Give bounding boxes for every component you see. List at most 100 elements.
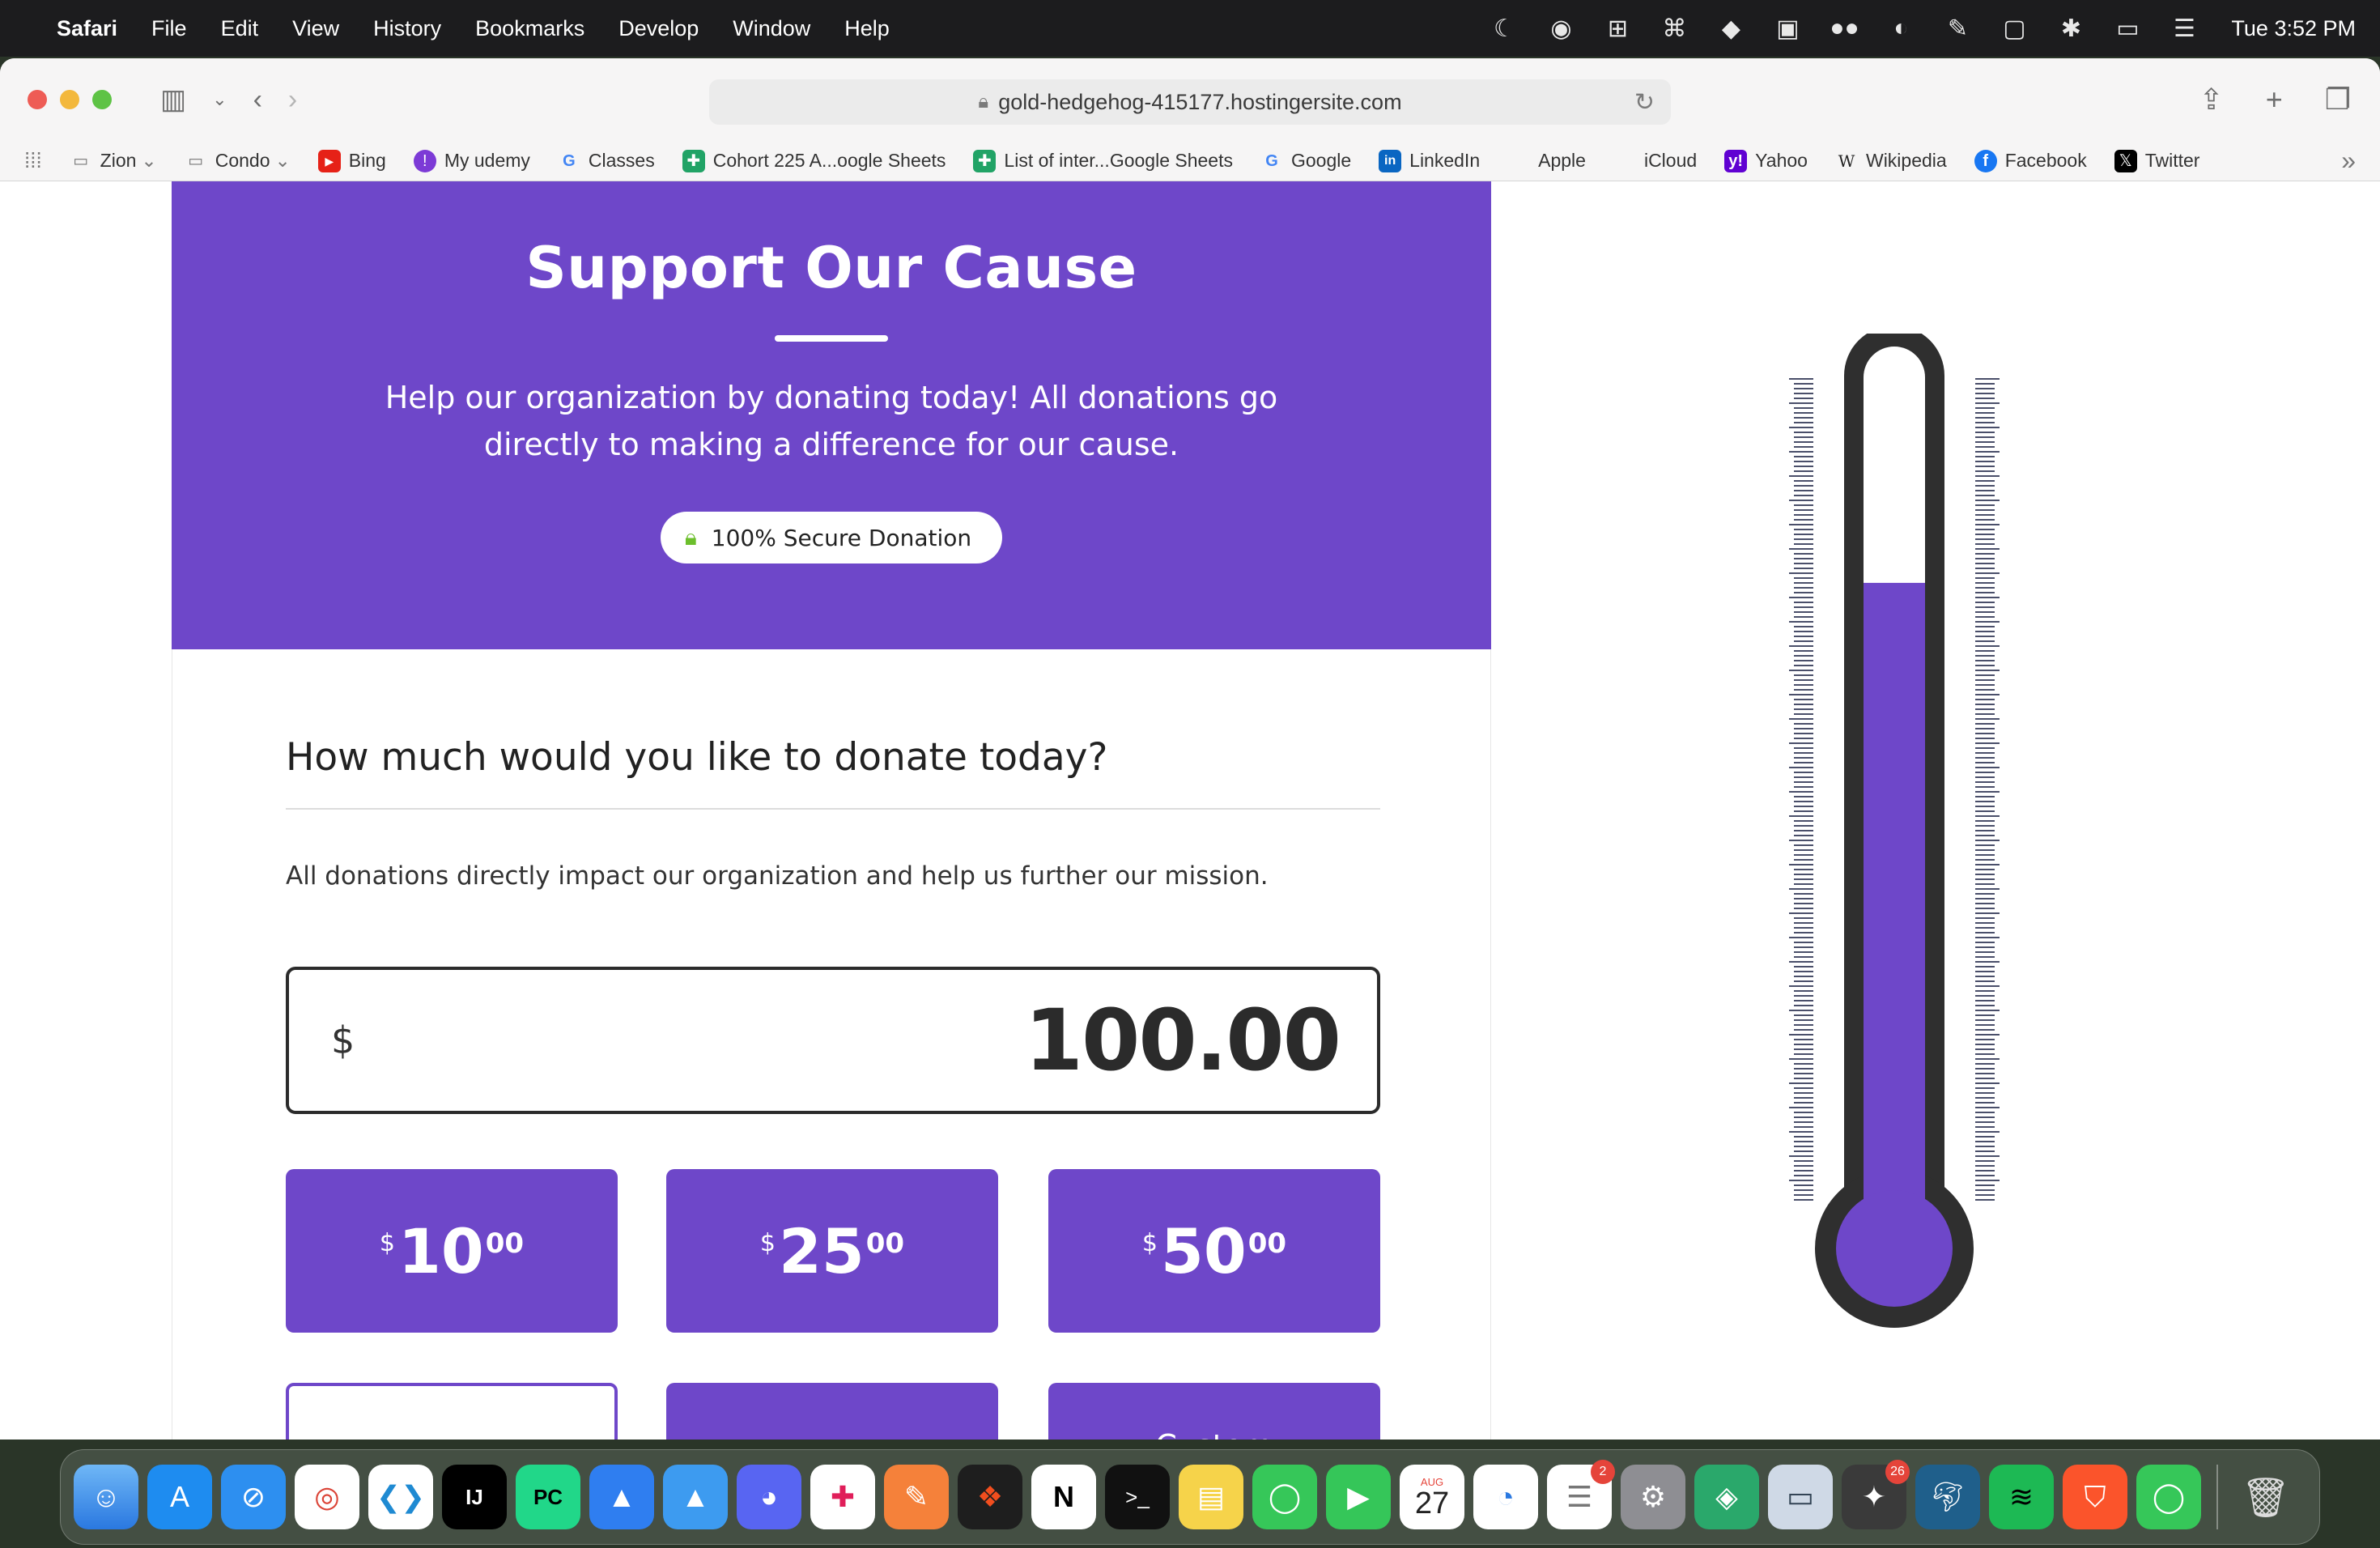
bookmark-facebook[interactable]: f Facebook — [1974, 149, 2087, 172]
brave-icon[interactable]: ⛉ — [2063, 1465, 2127, 1529]
more-bookmarks-icon[interactable]: » — [2341, 146, 2356, 176]
menu-develop[interactable]: Develop — [618, 16, 699, 41]
system-settings-icon[interactable]: ⚙ — [1621, 1465, 1685, 1529]
menu-edit[interactable]: Edit — [221, 16, 259, 41]
app-icon[interactable]: ▢ — [2000, 15, 2029, 43]
bookmark-google[interactable]: G Google — [1260, 150, 1351, 172]
preset-10-button[interactable]: $10 00 — [286, 1169, 618, 1333]
pages-icon[interactable]: ✎ — [884, 1465, 949, 1529]
pycharm-icon[interactable]: PC — [516, 1465, 580, 1529]
bookmarks-grid-icon[interactable]: ⁞⁞⁞ — [24, 148, 42, 173]
wikipedia-icon: W — [1838, 151, 1855, 171]
mysql-workbench-icon[interactable]: 🐬︎ — [1915, 1465, 1980, 1529]
bookmark-yahoo[interactable]: y! Yahoo — [1724, 149, 1808, 172]
menu-help[interactable]: Help — [844, 16, 890, 41]
preview-icon[interactable]: ▭ — [1768, 1465, 1833, 1529]
calendar-icon[interactable]: AUG 27 — [1400, 1465, 1464, 1529]
dock: ☺ A ⊘ ◎ ❮❯ IJ PC ▲ ▲ ◕ ✚ ✎ ❖ N >_ ▤ ◯ ▶ … — [60, 1449, 2320, 1545]
bookmark-linkedin[interactable]: in LinkedIn — [1379, 149, 1480, 172]
custom-amount-button[interactable]: Custom — [1048, 1383, 1380, 1440]
messages-icon[interactable]: ◯ — [1252, 1465, 1317, 1529]
finder-icon[interactable]: ☺ — [74, 1465, 138, 1529]
discord-icon[interactable]: ◕ — [737, 1465, 801, 1529]
bluetooth-icon[interactable]: ✱ — [2056, 15, 2085, 43]
menubar-clock[interactable]: Tue 3:52 PM — [2231, 16, 2356, 41]
reminders-icon[interactable]: ☰ 2 — [1547, 1460, 1615, 1529]
menu-file[interactable]: File — [151, 16, 187, 41]
vscode-icon[interactable]: ❮❯ — [368, 1465, 433, 1529]
window-controls — [28, 90, 112, 109]
intellij-icon[interactable]: IJ — [442, 1465, 507, 1529]
amount-input[interactable]: $ 100.00 — [286, 967, 1380, 1114]
menu-bar: Safari File Edit View History Bookmarks … — [0, 0, 2380, 57]
xcode-icon[interactable]: ▲ — [663, 1465, 728, 1529]
notion-icon[interactable]: N — [1031, 1465, 1096, 1529]
moon-icon[interactable]: ☾ — [1490, 15, 1519, 43]
donation-description: All donations directly impact our organi… — [286, 861, 1269, 891]
currency-symbol: $ — [331, 1019, 355, 1062]
launcher-icon[interactable]: ✦ 26 — [1842, 1460, 1910, 1529]
address-bar[interactable]: 🔒︎ gold-hedgehog-415177.hostingersite.co… — [709, 79, 1671, 125]
elephant-icon[interactable]: ◆ — [1716, 15, 1745, 43]
apple-icon — [1507, 150, 1530, 172]
bookmark-bing[interactable]: ▶ Bing — [317, 149, 386, 172]
chevron-down-icon[interactable]: ⌄ — [212, 89, 227, 110]
menu-app-name[interactable]: Safari — [57, 16, 117, 41]
bookmark-condo[interactable]: ▭ Condo ⌄ — [185, 150, 291, 172]
preset-50-button[interactable]: $50 00 — [1048, 1169, 1380, 1333]
secure-donation-badge: 🔒︎ 100% Secure Donation — [660, 512, 1003, 563]
facetime-icon[interactable]: ▶ — [1326, 1465, 1391, 1529]
app-store-icon[interactable]: A — [147, 1465, 212, 1529]
menu-window[interactable]: Window — [733, 16, 810, 41]
bookmark-classes[interactable]: G Classes — [558, 150, 655, 172]
chrome-icon[interactable]: ◎ — [295, 1465, 359, 1529]
control-center-icon[interactable]: ☰ — [2170, 15, 2199, 43]
creative-cloud-icon[interactable]: ◉ — [1546, 15, 1575, 43]
bookmark-list-sheets[interactable]: ✚ List of inter...Google Sheets — [973, 149, 1233, 172]
whatsapp-icon[interactable]: ◯ — [2136, 1465, 2201, 1529]
new-tab-icon[interactable]: + — [2266, 83, 2283, 117]
amount-value[interactable]: 100.00 — [1025, 991, 1341, 1090]
sidebar-toggle-icon[interactable]: ▥ — [160, 83, 186, 116]
testflight-icon[interactable]: ▲ — [589, 1465, 654, 1529]
toggle-icon[interactable]: ◐ — [1886, 15, 1915, 42]
bookmark-cohort-sheets[interactable]: ✚ Cohort 225 A...oogle Sheets — [682, 149, 946, 172]
tower-icon[interactable]: ◈ — [1694, 1465, 1759, 1529]
battery-icon[interactable]: ▭ — [2113, 15, 2142, 43]
minimize-window-icon[interactable] — [60, 90, 79, 109]
dots-icon[interactable]: ●● — [1830, 15, 1859, 42]
bookmark-apple[interactable]: Apple — [1507, 150, 1586, 172]
display-icon[interactable]: ▣ — [1773, 15, 1802, 43]
menu-history[interactable]: History — [373, 16, 441, 41]
spotify-icon[interactable]: ≋ — [1989, 1465, 2054, 1529]
preset-250-button[interactable]: $25000 — [666, 1383, 998, 1440]
safari-icon[interactable]: ⊘ — [221, 1465, 286, 1529]
figma-icon[interactable]: ❖ — [958, 1465, 1022, 1529]
menu-view[interactable]: View — [292, 16, 339, 41]
close-window-icon[interactable] — [28, 90, 47, 109]
notes-icon[interactable]: ▤ — [1179, 1465, 1243, 1529]
browser-toolbar: ▥ ⌄ ‹ › 🔒︎ gold-hedgehog-415177.hostinge… — [0, 58, 2380, 141]
reload-icon[interactable]: ↻ — [1634, 88, 1655, 117]
tab-overview-icon[interactable]: ❐ — [2325, 83, 2351, 117]
command-icon[interactable]: ⌘ — [1660, 15, 1689, 43]
pen-icon[interactable]: ✎ — [1943, 15, 1972, 43]
preset-25-button[interactable]: $25 00 — [666, 1169, 998, 1333]
udemy-icon: ! — [413, 149, 436, 172]
share-icon[interactable]: ⇪ — [2199, 83, 2224, 117]
cleanmymac-icon[interactable]: ◔ — [1473, 1465, 1538, 1529]
bookmark-zion[interactable]: ▭ Zion ⌄ — [70, 150, 156, 172]
forward-icon[interactable]: › — [288, 84, 297, 116]
grid-tool-icon[interactable]: ⊞ — [1603, 15, 1632, 43]
bookmark-icloud[interactable]: iCloud — [1613, 150, 1697, 172]
menu-bookmarks[interactable]: Bookmarks — [475, 16, 584, 41]
bookmark-twitter[interactable]: 𝕏 Twitter — [2114, 149, 2199, 172]
preset-100-button[interactable]: $10000 — [286, 1383, 618, 1440]
back-icon[interactable]: ‹ — [253, 84, 262, 116]
bookmark-udemy[interactable]: ! My udemy — [413, 149, 530, 172]
zoom-window-icon[interactable] — [92, 90, 112, 109]
slack-icon[interactable]: ✚ — [810, 1465, 875, 1529]
terminal-icon[interactable]: >_ — [1105, 1465, 1170, 1529]
bookmark-wikipedia[interactable]: W Wikipedia — [1835, 150, 1947, 172]
trash-icon[interactable]: 🗑︎ — [2233, 1465, 2298, 1529]
